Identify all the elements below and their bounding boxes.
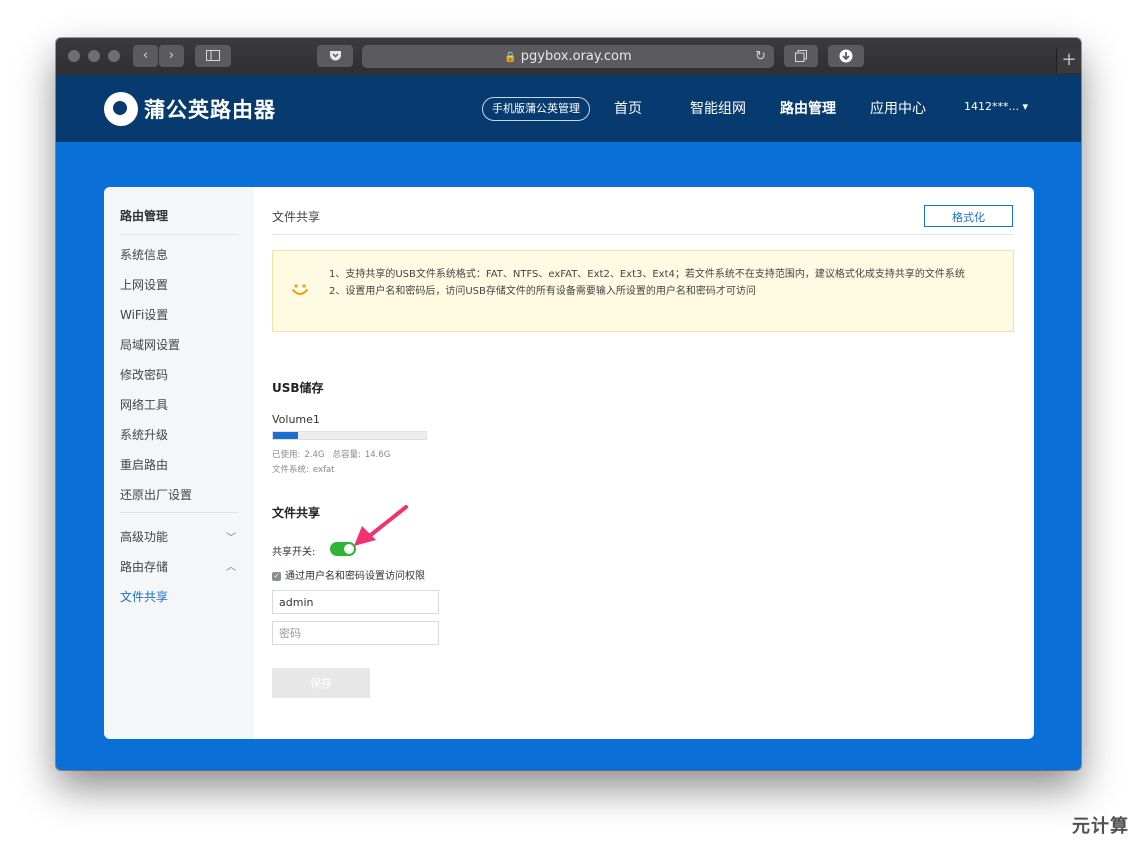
zoom-window-button[interactable]	[108, 50, 120, 62]
password-input[interactable]	[272, 621, 439, 645]
sidebar-divider	[120, 512, 238, 513]
pocket-icon[interactable]	[317, 45, 353, 67]
total-value: 14.6G	[364, 450, 391, 460]
fs-label: 文件系统:	[272, 465, 309, 475]
filesystem-stats: 文件系统: exfat	[272, 463, 339, 475]
sidebar-item-lan-settings[interactable]: 局域网设置	[120, 336, 180, 353]
sidebar-item-system-upgrade[interactable]: 系统升级	[120, 426, 168, 443]
fs-value: exfat	[312, 465, 335, 475]
sidebar-item-network-tools[interactable]: 网络工具	[120, 396, 168, 413]
sidebar-item-change-password[interactable]: 修改密码	[120, 366, 168, 383]
nav-app-center[interactable]: 应用中心	[870, 98, 926, 118]
forward-icon[interactable]: ›	[159, 45, 184, 67]
mobile-version-button[interactable]: 手机版蒲公英管理	[482, 97, 590, 121]
total-label: 总容量:	[332, 450, 361, 460]
notice-box: 1、支持共享的USB文件系统格式：FAT、NTFS、exFAT、Ext2、Ext…	[272, 250, 1014, 332]
nav-home[interactable]: 首页	[614, 98, 642, 118]
user-account-menu[interactable]: 1412***... ▾	[964, 100, 1028, 113]
notice-line-1: 1、支持共享的USB文件系统格式：FAT、NTFS、exFAT、Ext2、Ext…	[329, 269, 965, 280]
nav-smart-network[interactable]: 智能组网	[690, 98, 746, 118]
usage-stats: 已使用: 2.4G 总容量: 14.6G	[272, 448, 394, 460]
url-text: pgybox.oray.com	[520, 49, 632, 64]
format-button[interactable]: 格式化	[924, 205, 1013, 227]
sidebar-item-factory-reset[interactable]: 还原出厂设置	[120, 486, 192, 503]
file-sharing-title: 文件共享	[272, 506, 321, 520]
close-window-button[interactable]	[68, 50, 80, 62]
save-button[interactable]: 保存	[272, 668, 370, 698]
address-bar[interactable]: 🔒 pgybox.oray.com ↻	[362, 45, 774, 68]
tabs-overview-icon[interactable]	[784, 45, 818, 67]
auth-checkbox[interactable]: ✓	[272, 572, 281, 581]
sidebar-divider	[120, 234, 238, 235]
dandelion-logo-icon	[104, 92, 138, 126]
usb-storage-title: USB储存	[272, 381, 324, 395]
back-icon[interactable]: ‹	[133, 45, 158, 67]
used-value: 2.4G	[304, 450, 325, 460]
watermark-text: 元计算	[1072, 816, 1129, 837]
sidebar-item-file-sharing[interactable]: 文件共享	[120, 588, 168, 605]
page-title: 文件共享	[272, 210, 321, 224]
volume-name: Volume1	[272, 413, 320, 426]
lock-icon: 🔒	[504, 52, 517, 63]
sidebar-item-system-info[interactable]: 系统信息	[120, 246, 168, 263]
chevron-down-icon[interactable]: ﹀	[226, 529, 236, 544]
chevron-up-icon[interactable]: ︿	[226, 558, 236, 573]
sidebar-item-internet-settings[interactable]: 上网设置	[120, 276, 168, 293]
minimize-window-button[interactable]	[88, 50, 100, 62]
main-panel: 文件共享 格式化 1、支持共享的USB文件系统格式：FAT、NTFS、exFAT…	[254, 187, 1034, 739]
auth-checkbox-label[interactable]: 通过用户名和密码设置访问权限	[285, 567, 425, 582]
downloads-icon[interactable]	[828, 45, 864, 67]
sidebar-item-wifi-settings[interactable]: WiFi设置	[120, 306, 168, 323]
sidebar-toggle-icon[interactable]	[195, 45, 231, 67]
notice-line-2: 2、设置用户名和密码后，访问USB存储文件的所有设备需要输入所设置的用户名和密码…	[329, 286, 756, 297]
username-input[interactable]	[272, 590, 439, 614]
sidebar-group-advanced[interactable]: 高级功能	[120, 528, 168, 545]
app-header: 蒲公英路由器 手机版蒲公英管理 首页 智能组网 路由管理 应用中心 1412**…	[56, 75, 1081, 142]
smile-icon	[292, 284, 308, 295]
usb-usage-bar	[272, 431, 427, 440]
new-tab-button[interactable]: +	[1056, 49, 1081, 73]
browser-toolbar: ‹ › 🔒 pgybox.oray.com ↻ +	[56, 38, 1081, 76]
logo-text[interactable]: 蒲公英路由器	[144, 94, 276, 124]
usb-usage-fill	[273, 432, 299, 439]
sidebar: 路由管理 系统信息 上网设置 WiFi设置 局域网设置 修改密码 网络工具 系统…	[104, 187, 254, 739]
browser-window: ‹ › 🔒 pgybox.oray.com ↻ + 蒲公英路由器 手机版蒲公英管理…	[56, 38, 1081, 770]
share-switch-label: 共享开关:	[272, 547, 316, 558]
used-label: 已使用:	[272, 450, 301, 460]
content-card: 路由管理 系统信息 上网设置 WiFi设置 局域网设置 修改密码 网络工具 系统…	[104, 187, 1034, 739]
sidebar-item-reboot-router[interactable]: 重启路由	[120, 456, 168, 473]
nav-router-management[interactable]: 路由管理	[780, 98, 836, 118]
annotation-arrow-icon	[354, 505, 408, 546]
sidebar-group-router-storage[interactable]: 路由存储	[120, 558, 168, 575]
title-divider	[272, 234, 1014, 235]
notice-text: 1、支持共享的USB文件系统格式：FAT、NTFS、exFAT、Ext2、Ext…	[329, 266, 999, 300]
sidebar-title: 路由管理	[120, 209, 169, 223]
reload-icon[interactable]: ↻	[755, 45, 766, 68]
